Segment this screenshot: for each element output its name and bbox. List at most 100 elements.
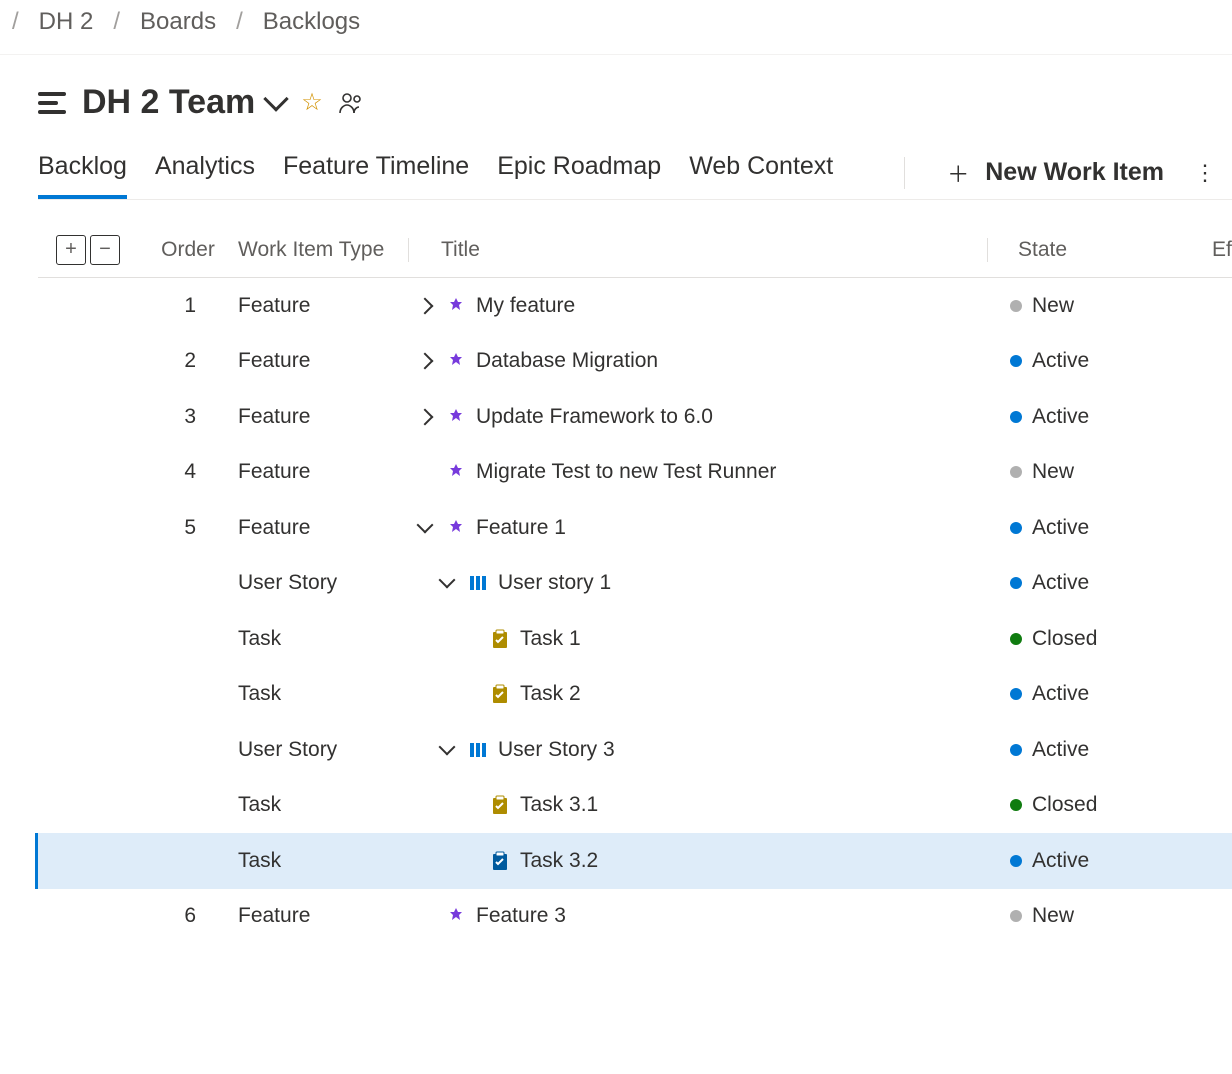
- feature-icon: [446, 462, 466, 482]
- row-type: Feature: [238, 516, 408, 540]
- story-icon: [468, 573, 488, 593]
- state-dot-icon: [1010, 910, 1022, 922]
- breadcrumb-page[interactable]: Backlogs: [263, 8, 360, 36]
- tab-web-context[interactable]: Web Context: [689, 146, 833, 199]
- task-icon: [490, 684, 510, 704]
- more-actions-icon[interactable]: ⋮: [1188, 160, 1222, 186]
- row-title[interactable]: Feature 1: [476, 516, 566, 540]
- backlog-row[interactable]: 2 Feature Database Migration Active: [38, 334, 1232, 390]
- row-state: New: [1032, 294, 1074, 318]
- breadcrumb-sep: /: [12, 8, 19, 36]
- feature-icon: [446, 296, 466, 316]
- backlog-row[interactable]: Task Task 1 Closed: [38, 611, 1232, 667]
- row-type: User Story: [238, 571, 408, 595]
- tabs: Backlog Analytics Feature Timeline Epic Roa…: [38, 146, 833, 199]
- row-type: Task: [238, 682, 408, 706]
- chevron-down-icon: [417, 516, 434, 533]
- breadcrumb-sep: /: [236, 8, 243, 36]
- row-title[interactable]: Task 1: [520, 627, 581, 651]
- row-type: Feature: [238, 460, 408, 484]
- chevron-down-icon: [263, 86, 288, 111]
- new-work-item-label: New Work Item: [985, 158, 1164, 187]
- state-dot-icon: [1010, 855, 1022, 867]
- backlog-grid: + − Order Work Item Type Title State Eff…: [38, 222, 1232, 944]
- row-title[interactable]: Migrate Test to new Test Runner: [476, 460, 776, 484]
- backlog-row[interactable]: 4 Feature Migrate Test to new Test Runne…: [38, 445, 1232, 501]
- breadcrumb-project[interactable]: DH 2: [39, 8, 94, 36]
- row-type: Feature: [238, 294, 408, 318]
- row-title[interactable]: My feature: [476, 294, 575, 318]
- row-title[interactable]: Task 3.2: [520, 849, 598, 873]
- state-dot-icon: [1010, 300, 1022, 312]
- row-type: Feature: [238, 405, 408, 429]
- row-title[interactable]: User story 1: [498, 571, 611, 595]
- row-order: 5: [138, 516, 238, 540]
- row-state: Active: [1032, 516, 1089, 540]
- row-order: 2: [138, 349, 238, 373]
- hamburger-icon[interactable]: [38, 92, 66, 114]
- feature-icon: [446, 407, 466, 427]
- expand-toggle[interactable]: [414, 355, 436, 367]
- team-picker[interactable]: DH 2 Team: [82, 83, 285, 122]
- team-header: DH 2 Team ☆: [38, 83, 1232, 122]
- plus-icon: ＋: [947, 157, 969, 189]
- chevron-right-icon: [417, 408, 434, 425]
- tab-feature-timeline[interactable]: Feature Timeline: [283, 146, 469, 199]
- task-blue-icon: [490, 851, 510, 871]
- tab-backlog[interactable]: Backlog: [38, 146, 127, 199]
- row-type: Task: [238, 627, 408, 651]
- row-title[interactable]: Update Framework to 6.0: [476, 405, 713, 429]
- col-state[interactable]: State: [988, 238, 1208, 262]
- backlog-row[interactable]: 5 Feature Feature 1 Active: [38, 500, 1232, 556]
- backlog-row[interactable]: Task Task 3.2 Active: [35, 833, 1232, 889]
- row-title[interactable]: Task 2: [520, 682, 581, 706]
- backlog-row[interactable]: Task Task 3.1 Closed: [38, 778, 1232, 834]
- expand-toggle[interactable]: [414, 522, 436, 534]
- state-dot-icon: [1010, 522, 1022, 534]
- state-dot-icon: [1010, 799, 1022, 811]
- state-dot-icon: [1010, 355, 1022, 367]
- state-dot-icon: [1010, 466, 1022, 478]
- row-title[interactable]: Task 3.1: [520, 793, 598, 817]
- row-order: 3: [138, 405, 238, 429]
- tab-epic-roadmap[interactable]: Epic Roadmap: [497, 146, 661, 199]
- row-title[interactable]: Feature 3: [476, 904, 566, 928]
- row-title[interactable]: User Story 3: [498, 738, 615, 762]
- chevron-right-icon: [417, 297, 434, 314]
- new-work-item-button[interactable]: ＋ New Work Item: [947, 157, 1164, 189]
- row-title[interactable]: Database Migration: [476, 349, 658, 373]
- backlog-row[interactable]: Task Task 2 Active: [38, 667, 1232, 723]
- people-icon[interactable]: [339, 92, 363, 114]
- tabs-bar: Backlog Analytics Feature Timeline Epic Roa…: [38, 146, 1232, 200]
- backlog-row[interactable]: 6 Feature Feature 3 New: [38, 889, 1232, 945]
- task-icon: [490, 629, 510, 649]
- expand-all-button[interactable]: +: [56, 235, 86, 265]
- col-order[interactable]: Order: [138, 238, 238, 262]
- breadcrumb-section[interactable]: Boards: [140, 8, 216, 36]
- row-state: Active: [1032, 738, 1089, 762]
- row-state: New: [1032, 904, 1074, 928]
- col-title[interactable]: Title: [408, 238, 988, 262]
- state-dot-icon: [1010, 633, 1022, 645]
- collapse-all-button[interactable]: −: [90, 235, 120, 265]
- row-order: 1: [138, 294, 238, 318]
- col-effort[interactable]: Effort: [1208, 238, 1232, 262]
- backlog-row[interactable]: 1 Feature My feature New: [38, 278, 1232, 334]
- row-type: Task: [238, 849, 408, 873]
- row-type: Feature: [238, 349, 408, 373]
- tab-analytics[interactable]: Analytics: [155, 146, 255, 199]
- backlog-row[interactable]: User Story User story 1 Active: [38, 556, 1232, 612]
- row-type: Feature: [238, 904, 408, 928]
- expand-toggle[interactable]: [436, 744, 458, 756]
- state-dot-icon: [1010, 744, 1022, 756]
- breadcrumb-sep: /: [113, 8, 120, 36]
- expand-toggle[interactable]: [436, 577, 458, 589]
- feature-icon: [446, 518, 466, 538]
- backlog-row[interactable]: 3 Feature Update Framework to 6.0 Active: [38, 389, 1232, 445]
- backlog-row[interactable]: User Story User Story 3 Active: [38, 722, 1232, 778]
- col-type[interactable]: Work Item Type: [238, 238, 408, 262]
- expand-toggle[interactable]: [414, 300, 436, 312]
- favorite-icon[interactable]: ☆: [301, 88, 323, 117]
- team-name: DH 2 Team: [82, 83, 255, 122]
- expand-toggle[interactable]: [414, 411, 436, 423]
